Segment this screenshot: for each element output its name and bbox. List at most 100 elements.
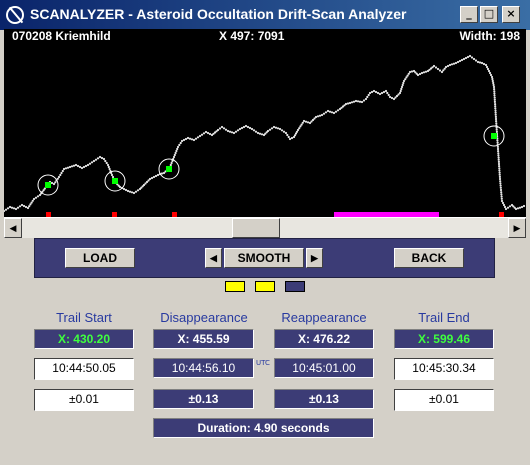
- title-bar: SCANALYZER - Asteroid Occultation Drift-…: [0, 0, 530, 30]
- trace-point: [344, 102, 348, 106]
- trace-point: [502, 203, 506, 207]
- color-swatch-2[interactable]: [255, 281, 275, 292]
- trace-point: [401, 83, 404, 87]
- trail-start-time[interactable]: 10:44:50.05: [34, 358, 134, 380]
- smooth-increase-button[interactable]: ▶: [306, 248, 323, 268]
- trace-point: [222, 127, 226, 130]
- trace-point: [224, 128, 228, 131]
- color-swatch-1[interactable]: [225, 281, 245, 292]
- maximize-button[interactable]: □: [480, 6, 498, 23]
- trace-point: [448, 63, 452, 67]
- trace-point: [148, 177, 152, 181]
- trace-point: [186, 136, 190, 140]
- color-swatch-3[interactable]: [285, 281, 305, 292]
- smooth-decrease-button[interactable]: ◀: [205, 248, 222, 268]
- trace-point: [348, 101, 352, 105]
- trace-point: [301, 121, 304, 124]
- trace-point: [230, 131, 234, 134]
- trace-point: [61, 169, 64, 173]
- scroll-right-button[interactable]: ▶: [508, 218, 526, 238]
- trail-end-time[interactable]: 10:45:30.34: [394, 358, 494, 380]
- disappearance-title: Disappearance: [160, 310, 248, 325]
- drift-scan-plot[interactable]: 070208 Kriemhild X 497: 7091 Width: 198: [4, 29, 526, 217]
- trace-point: [280, 129, 284, 132]
- trace-point: [94, 158, 98, 161]
- trace-point: [268, 128, 272, 131]
- trace-point: [284, 131, 288, 135]
- minimize-button[interactable]: _: [460, 6, 478, 23]
- trace-point: [491, 79, 494, 83]
- trace-point: [498, 169, 501, 172]
- trace-point: [328, 110, 332, 113]
- trail-end-error[interactable]: ±0.01: [394, 389, 494, 411]
- trace-point: [484, 63, 488, 67]
- close-button[interactable]: ×: [502, 6, 520, 23]
- trace-point: [184, 137, 188, 141]
- trace-point: [444, 65, 448, 69]
- trace-point: [490, 75, 494, 79]
- trace-point: [402, 81, 405, 85]
- trace-point: [356, 100, 360, 103]
- trace-point: [499, 186, 502, 189]
- trace-point: [358, 100, 362, 103]
- trace-point: [150, 176, 154, 180]
- trace-point: [18, 205, 22, 208]
- trace-point: [374, 90, 378, 94]
- trace-point: [485, 65, 489, 69]
- trace-point: [22, 204, 26, 208]
- trace-point: [16, 206, 20, 209]
- trace-point: [180, 139, 184, 143]
- trace-point: [450, 63, 454, 66]
- trace-point: [402, 79, 406, 83]
- reappearance-time: 10:45:01.00: [274, 358, 374, 378]
- trace-point: [498, 167, 501, 170]
- trace-point: [196, 136, 200, 139]
- trace-point: [4, 208, 8, 211]
- trace-point: [367, 93, 370, 97]
- trace-point: [26, 206, 30, 210]
- load-button[interactable]: LOAD: [65, 248, 135, 268]
- back-button[interactable]: BACK: [394, 248, 464, 268]
- trace-point: [170, 161, 173, 165]
- trace-point: [498, 171, 501, 174]
- event-marker-dot-0: [45, 182, 51, 188]
- trace-point: [6, 207, 10, 210]
- trail-start-error[interactable]: ±0.01: [34, 389, 134, 411]
- horizontal-scrollbar[interactable]: ◀ ▶: [4, 217, 526, 238]
- trace-point: [260, 133, 264, 136]
- trace-point: [107, 165, 110, 169]
- trace-point: [106, 163, 110, 167]
- trace-point: [496, 141, 499, 144]
- scroll-thumb[interactable]: [232, 218, 280, 238]
- trace-point: [132, 191, 136, 195]
- trace-point: [497, 152, 500, 155]
- trace-point: [491, 77, 494, 81]
- scroll-left-button[interactable]: ◀: [4, 218, 22, 238]
- smooth-button[interactable]: SMOOTH: [224, 248, 304, 268]
- trace-point: [102, 157, 106, 161]
- trace-point: [500, 197, 503, 200]
- trace-point: [350, 101, 354, 104]
- trace-point: [234, 130, 238, 133]
- trace-point: [244, 124, 248, 128]
- trace-point: [454, 61, 458, 65]
- trace-point: [208, 132, 212, 136]
- trace-point: [84, 164, 88, 168]
- trace-point: [179, 141, 182, 145]
- disappearance-time: 10:44:56.10: [153, 358, 254, 378]
- trace-point: [498, 175, 501, 178]
- trace-point: [362, 99, 366, 102]
- trace-point: [256, 131, 260, 135]
- trace-point: [198, 134, 202, 138]
- trace-point: [66, 166, 70, 169]
- trace-point: [200, 133, 204, 136]
- trace-point: [78, 165, 82, 169]
- trace-point: [496, 147, 500, 151]
- trace-point: [154, 174, 158, 178]
- trace-point: [498, 165, 501, 168]
- trace-point: [495, 120, 498, 123]
- trace-point: [314, 115, 318, 119]
- trace-point: [494, 113, 497, 116]
- cursor-readout: X 497: 7091: [219, 29, 285, 43]
- trace-point: [494, 117, 498, 121]
